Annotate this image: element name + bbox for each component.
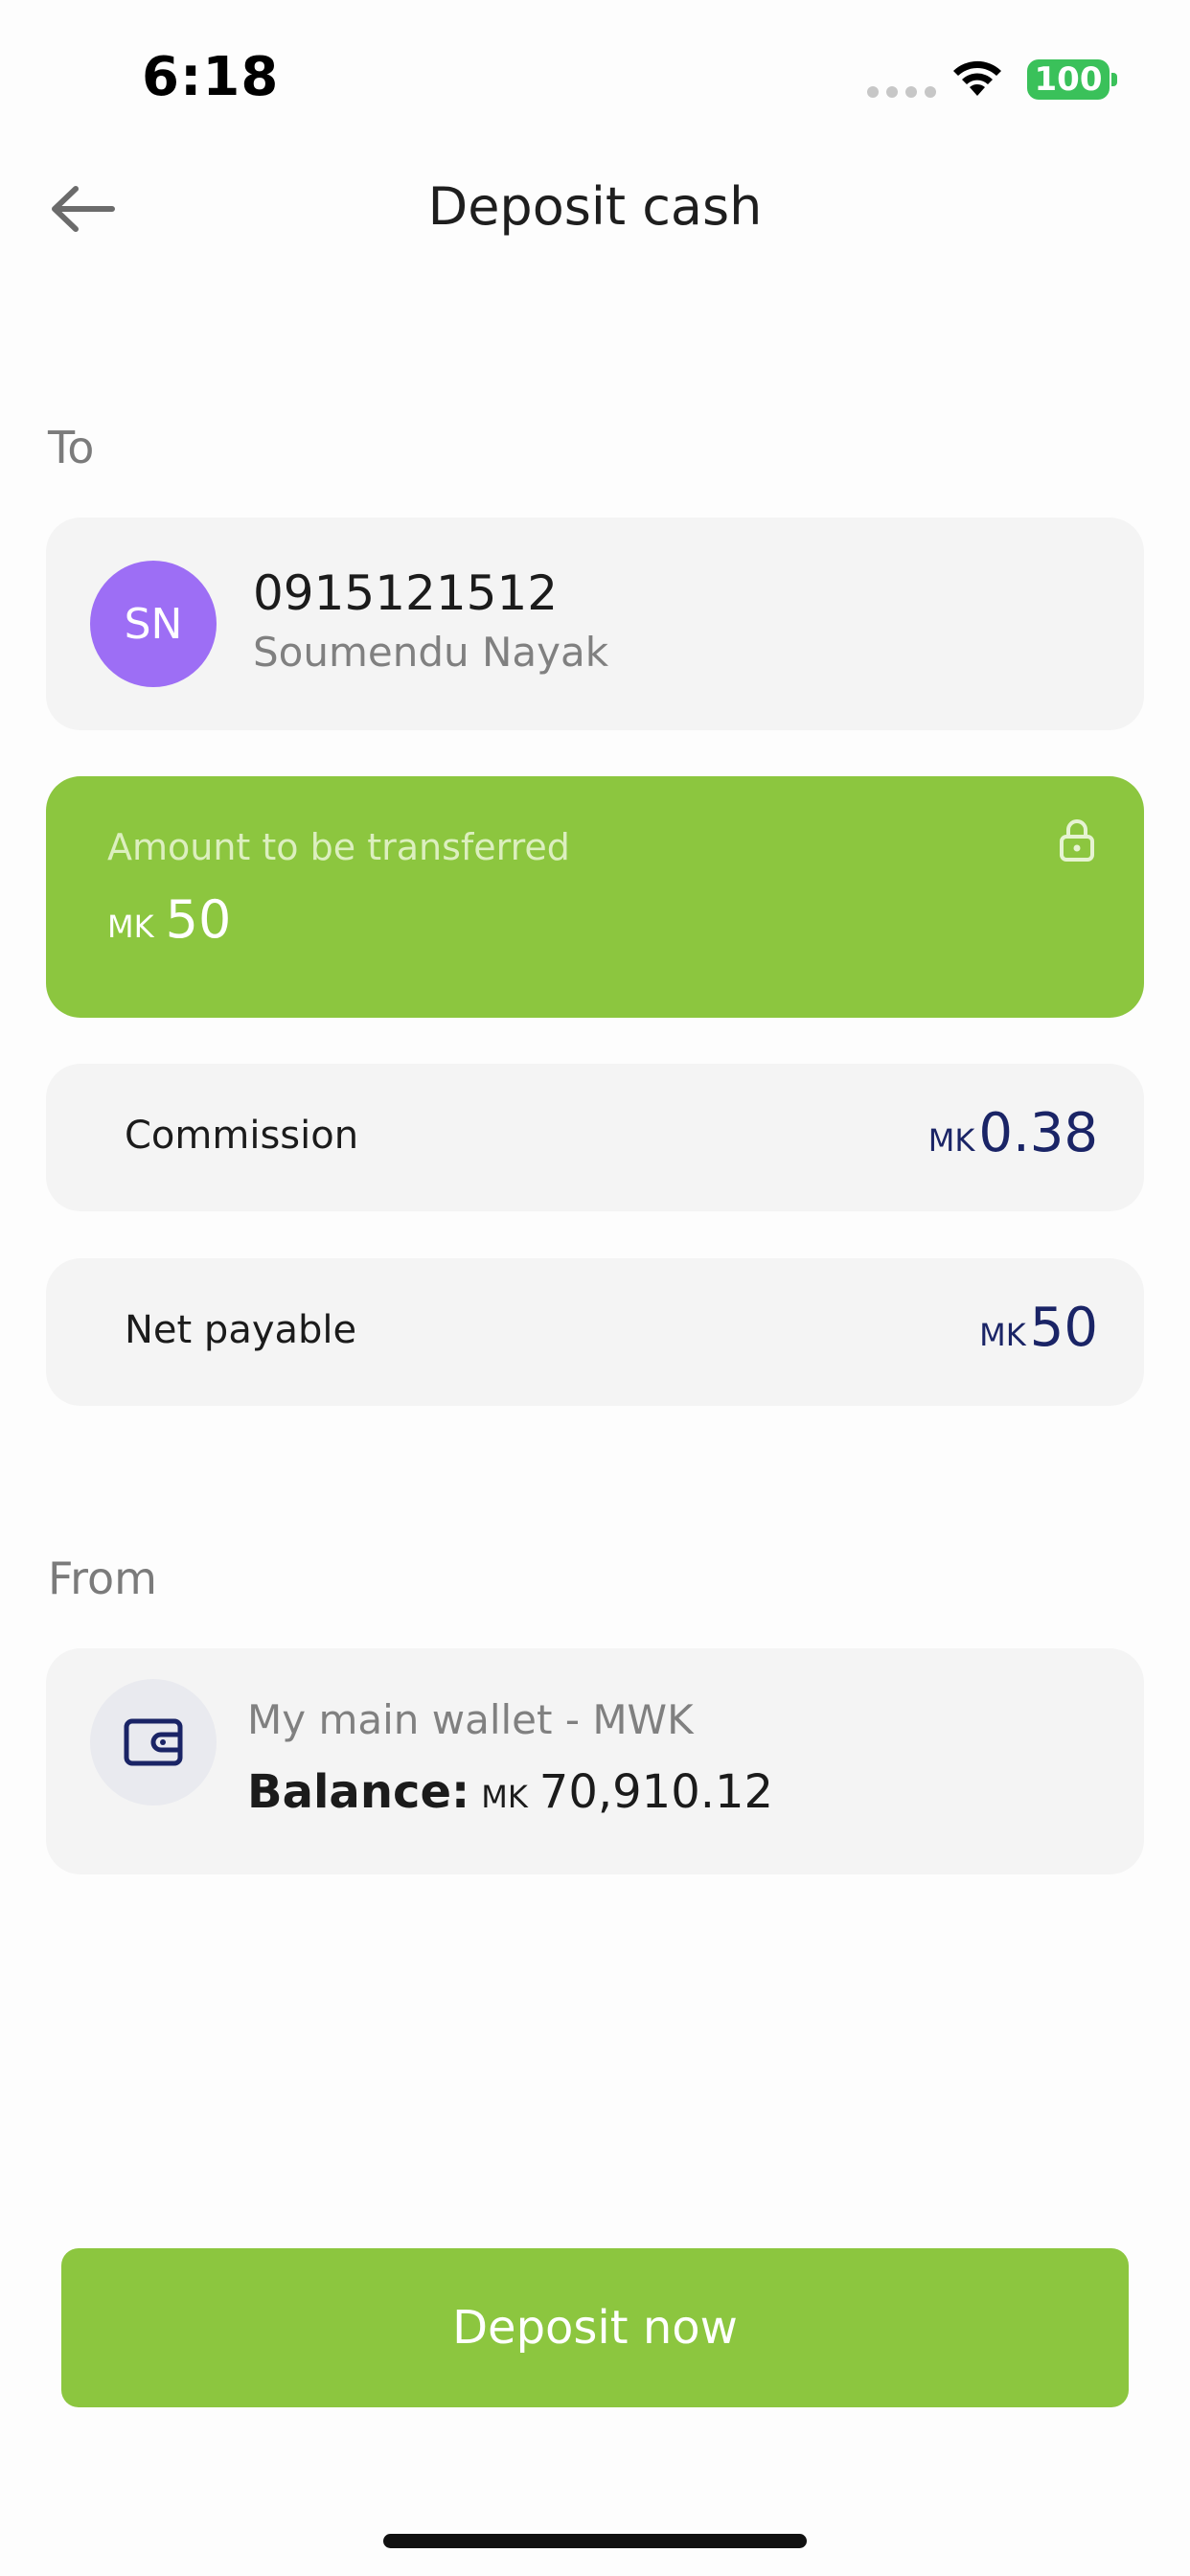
wallet-icon xyxy=(124,1718,183,1766)
wallet-card[interactable]: My main wallet - MWK Balance: MK 70,910.… xyxy=(46,1648,1144,1874)
amount-currency: MK xyxy=(107,908,154,945)
recipient-phone: 0915121512 xyxy=(253,565,559,621)
commission-row: Commission MK 0.38 xyxy=(46,1064,1144,1211)
lock-icon xyxy=(1060,819,1094,862)
battery-nub xyxy=(1111,73,1117,86)
commission-currency: MK xyxy=(927,1122,975,1159)
commission-amount: 0.38 xyxy=(978,1102,1098,1164)
commission-label: Commission xyxy=(125,1114,359,1158)
cellular-signal-icon xyxy=(867,86,936,98)
net-payable-label: Net payable xyxy=(125,1308,357,1352)
amount-card: Amount to be transferred MK 50 xyxy=(46,776,1144,1018)
from-section-label: From xyxy=(48,1552,157,1604)
wallet-balance-amount: 70,910.12 xyxy=(538,1765,774,1819)
net-payable-currency: MK xyxy=(979,1317,1026,1353)
home-indicator xyxy=(383,2534,807,2548)
net-payable-amount: 50 xyxy=(1029,1297,1098,1359)
status-bar: 6:18 100 xyxy=(0,0,1190,144)
wallet-icon-wrap xyxy=(90,1679,217,1806)
commission-value: MK 0.38 xyxy=(928,1102,1098,1164)
deposit-now-button[interactable]: Deposit now xyxy=(61,2248,1129,2407)
amount-label: Amount to be transferred xyxy=(107,826,570,868)
battery-icon: 100 xyxy=(1027,59,1110,100)
page-title: Deposit cash xyxy=(427,176,763,237)
net-payable-row: Net payable MK 50 xyxy=(46,1258,1144,1406)
wallet-balance-label: Balance: xyxy=(247,1765,470,1819)
net-payable-value: MK 50 xyxy=(979,1297,1098,1359)
to-section-label: To xyxy=(48,422,95,473)
recipient-card[interactable]: SN 0915121512 Soumendu Nayak xyxy=(46,518,1144,730)
wallet-name: My main wallet - MWK xyxy=(247,1696,694,1743)
wifi-icon xyxy=(953,60,1001,96)
avatar: SN xyxy=(90,561,217,687)
recipient-name: Soumendu Nayak xyxy=(253,629,609,676)
wallet-balance-currency: MK xyxy=(481,1779,528,1815)
wallet-balance: Balance: MK 70,910.12 xyxy=(247,1765,773,1819)
amount-number: 50 xyxy=(165,889,232,950)
status-time: 6:18 xyxy=(142,46,280,108)
amount-value: MK 50 xyxy=(107,889,231,950)
